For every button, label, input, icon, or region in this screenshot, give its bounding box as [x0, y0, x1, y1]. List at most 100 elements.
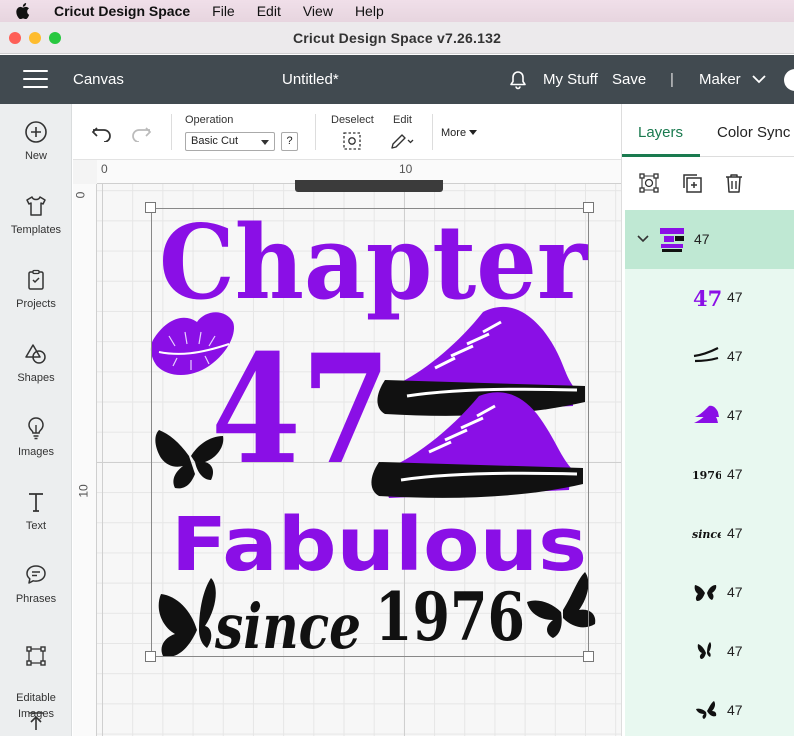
zoom-window-button[interactable] [49, 31, 61, 44]
layers-panel: Layers Color Sync 47 47 47 47 47 1976 47… [621, 104, 794, 736]
apple-menu-icon[interactable] [16, 3, 36, 19]
toolbar-divider [432, 114, 433, 150]
resize-handle-bottom-left[interactable] [145, 651, 156, 662]
more-label: More [441, 127, 467, 139]
layer-thumb-butterfly [694, 585, 717, 601]
sidebar-item-label: Shapes [17, 372, 55, 384]
sidebar-item-label: Projects [16, 298, 56, 310]
layer-row[interactable]: 47 [625, 564, 794, 623]
menu-app-name[interactable]: Cricut Design Space [54, 3, 190, 19]
toolbar-divider [315, 114, 316, 150]
minimize-window-button[interactable] [29, 31, 41, 44]
menu-file[interactable]: File [212, 3, 235, 19]
lightbulb-icon [28, 417, 44, 440]
close-window-button[interactable] [9, 31, 21, 44]
edit-toolbar: Operation Basic Cut ? Deselect Edit More [73, 104, 621, 160]
layer-name: 47 [727, 643, 743, 659]
machine-selector[interactable]: Maker [699, 71, 741, 88]
layer-name: 47 [727, 525, 743, 541]
sidebar-item-label: Phrases [15, 593, 57, 605]
selection-box[interactable] [151, 208, 589, 657]
deselect-icon[interactable] [342, 131, 362, 151]
operation-label: Operation [185, 114, 234, 126]
layer-name: 47 [727, 348, 743, 364]
sidebar-item-templates[interactable]: Templates [0, 194, 72, 236]
window-controls [9, 31, 61, 44]
layer-name: 47 [727, 702, 743, 718]
operation-select[interactable]: Basic Cut [185, 132, 275, 151]
sidebar-item-new[interactable]: New [0, 120, 72, 162]
clipboard-icon [28, 269, 44, 290]
group-icon[interactable] [638, 172, 660, 194]
hamburger-menu-icon[interactable] [23, 70, 48, 88]
resize-handle-top-left[interactable] [145, 202, 156, 213]
sidebar-item-label: New [24, 150, 47, 162]
window-titlebar: Cricut Design Space v7.26.132 [0, 22, 794, 54]
sidebar-item-upload[interactable] [0, 710, 72, 736]
duplicate-icon[interactable] [681, 172, 703, 194]
design-canvas[interactable]: 0 10 0 10 Chapter 47 Fabulous since 1976 [73, 160, 621, 736]
header-separator: | [670, 71, 674, 88]
layer-row[interactable]: 47 [625, 682, 794, 736]
sidebar-item-editable-images[interactable]: Editable Images [0, 628, 72, 722]
redo-icon[interactable] [130, 124, 152, 142]
layer-row[interactable]: 47 47 [625, 269, 794, 328]
menu-view[interactable]: View [303, 3, 333, 19]
pencil-icon[interactable] [389, 131, 415, 151]
layer-row[interactable]: since 47 [625, 505, 794, 564]
layer-name: 47 [727, 584, 743, 600]
sidebar-item-images[interactable]: Images [0, 416, 72, 458]
bell-icon[interactable] [507, 69, 529, 91]
my-stuff-button[interactable]: My Stuff [543, 71, 598, 88]
sidebar-item-text[interactable]: Text [0, 490, 72, 532]
svg-text:since: since [692, 528, 721, 541]
layer-group-row[interactable]: 47 [625, 210, 794, 269]
chevron-down-icon[interactable] [752, 74, 766, 84]
layer-name: 47 [727, 289, 743, 305]
layer-thumb-swoosh [693, 347, 719, 363]
sidebar-item-label: Templates [10, 224, 62, 236]
upload-icon [29, 712, 43, 730]
svg-text:1976: 1976 [692, 469, 721, 482]
trash-icon[interactable] [723, 172, 745, 194]
layer-thumb-sneakers [694, 405, 719, 423]
undo-icon[interactable] [91, 124, 113, 142]
window-title: Cricut Design Space v7.26.132 [292, 29, 502, 46]
layer-name: 47 [727, 466, 743, 482]
menu-help[interactable]: Help [355, 3, 384, 19]
avatar[interactable] [784, 69, 794, 91]
tab-color-sync[interactable]: Color Sync [717, 124, 790, 141]
speech-bubble-icon [26, 565, 46, 584]
operation-help-button[interactable]: ? [281, 132, 298, 151]
chevron-down-icon[interactable] [637, 234, 649, 244]
tab-layers[interactable]: Layers [638, 124, 683, 141]
sidebar-item-shapes[interactable]: Shapes [0, 342, 72, 384]
save-button[interactable]: Save [612, 71, 646, 88]
layer-row[interactable]: 47 [625, 328, 794, 387]
resize-handle-bottom-right[interactable] [583, 651, 594, 662]
layer-thumb-47-text: 47 [693, 286, 721, 311]
tshirt-icon [26, 196, 46, 216]
layer-thumb-butterfly-small [697, 642, 712, 659]
plus-circle-icon [25, 121, 47, 143]
macos-menubar: Cricut Design Space File Edit View Help [0, 0, 794, 22]
sidebar-item-projects[interactable]: Projects [0, 268, 72, 310]
sidebar-item-label: Text [25, 520, 47, 532]
canvas-label: Canvas [73, 71, 124, 88]
active-tab-indicator [622, 154, 700, 157]
layer-group-name: 47 [694, 231, 710, 247]
deselect-label: Deselect [331, 114, 374, 126]
menu-edit[interactable]: Edit [257, 3, 281, 19]
layer-row[interactable]: 47 [625, 387, 794, 446]
more-button[interactable]: More [441, 127, 478, 139]
layer-row[interactable]: 47 [625, 623, 794, 682]
left-sidebar: New Templates Projects Shapes Images Tex… [0, 104, 72, 736]
layer-thumb-1976-text: 1976 [692, 469, 721, 482]
layers-list: 47 47 47 47 47 1976 47 since 47 47 47 47 [625, 210, 794, 736]
caret-down-icon [261, 140, 269, 145]
text-t-icon [29, 493, 43, 512]
layer-row[interactable]: 1976 47 [625, 446, 794, 505]
sidebar-item-phrases[interactable]: Phrases [0, 563, 72, 605]
resize-handle-top-right[interactable] [583, 202, 594, 213]
shapes-icon [25, 344, 46, 364]
